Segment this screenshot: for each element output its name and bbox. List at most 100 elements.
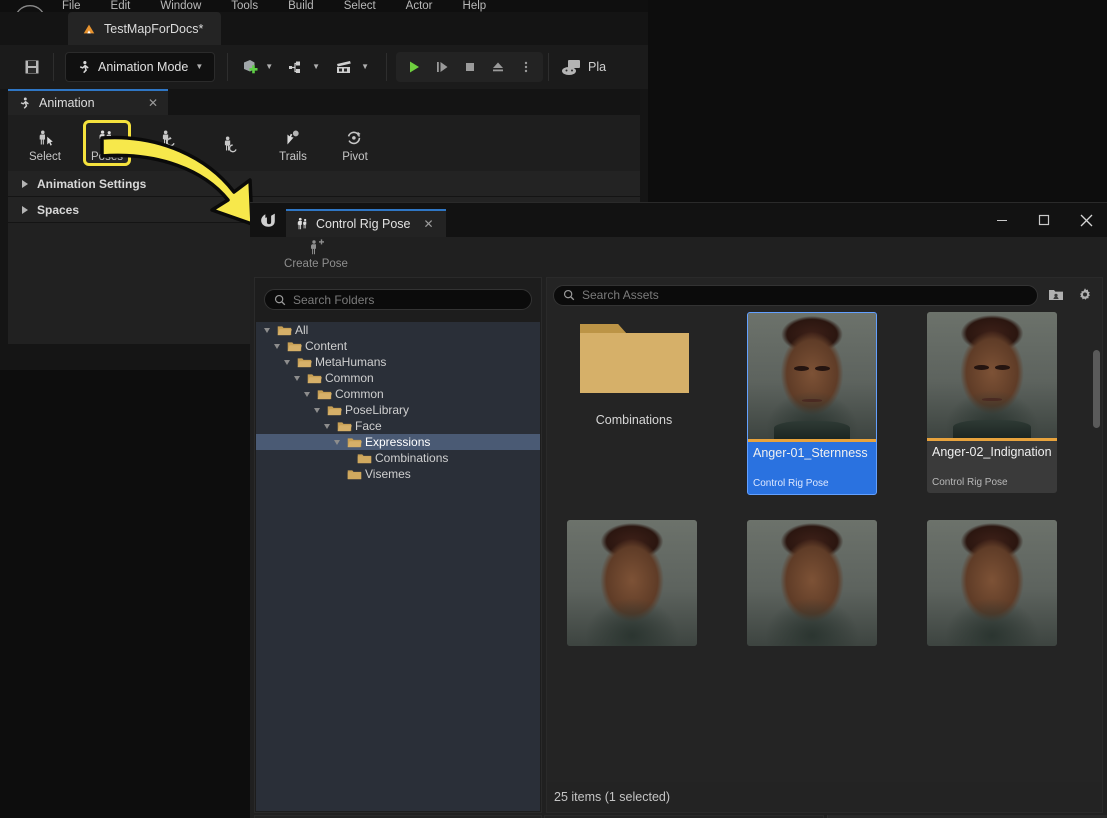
search-icon: [563, 289, 575, 301]
animation-tools-toolbar: Select Poses Tweens Trails Pivot: [8, 115, 640, 171]
section-animation-settings[interactable]: Animation Settings: [8, 171, 640, 197]
eject-button[interactable]: [484, 54, 511, 80]
close-icon[interactable]: ✕: [148, 96, 158, 110]
animation-tool-tweens[interactable]: Tweens: [148, 123, 190, 163]
show-sources-button[interactable]: [1045, 284, 1067, 306]
folder-tree-item-visemes-9[interactable]: Visemes: [256, 466, 540, 482]
add-actor-button[interactable]: ▼: [233, 52, 280, 82]
folder-tree-item-expressions-7[interactable]: Expressions: [256, 434, 540, 450]
asset-tile-body[interactable]: [747, 520, 877, 646]
folder-tree-item-face-6[interactable]: Face: [256, 418, 540, 434]
step-button[interactable]: [428, 54, 455, 80]
play-in-editor-icon: [561, 57, 583, 77]
folder-tree-item-common-3[interactable]: Common: [256, 370, 540, 386]
expand-toggle[interactable]: [260, 328, 274, 333]
expand-toggle[interactable]: [330, 440, 344, 445]
expand-toggle[interactable]: [270, 344, 284, 349]
search-assets-field[interactable]: Search Assets: [553, 285, 1038, 306]
add-actor-icon: [240, 57, 260, 77]
pivot-tool-icon: [345, 127, 365, 149]
folder-tree-item-content-1[interactable]: Content: [256, 338, 540, 354]
control-rig-pose-title-bar[interactable]: Control Rig Pose ✕: [250, 203, 1107, 237]
asset-tile-body[interactable]: [927, 520, 1057, 646]
asset-name: Anger-01_Sternness: [748, 442, 876, 460]
window-buttons: [981, 203, 1107, 237]
settings-button[interactable]: [1074, 284, 1096, 306]
tab-control-rig-pose[interactable]: Control Rig Pose ✕: [286, 209, 446, 237]
eject-icon: [490, 59, 506, 75]
toolbar-separator: [386, 53, 387, 81]
folder-tree: AllContentMetaHumansCommonCommonPoseLibr…: [256, 322, 540, 811]
save-button[interactable]: [16, 52, 48, 82]
editor-mode-selector[interactable]: Animation Mode ▼: [65, 52, 215, 82]
menu-item-window[interactable]: Window: [160, 1, 201, 12]
menu-item-actor[interactable]: Actor: [406, 1, 433, 12]
folder-tree-item-common-4[interactable]: Common: [256, 386, 540, 402]
folder-tree-item-metahumans-2[interactable]: MetaHumans: [256, 354, 540, 370]
animation-tool-unnamed-3[interactable]: [210, 129, 252, 157]
chevron-right-icon: [22, 180, 28, 188]
stop-icon: [462, 59, 478, 75]
save-icon: [23, 58, 41, 76]
asset-tile-body[interactable]: [567, 520, 697, 646]
menu-item-help[interactable]: Help: [463, 1, 487, 12]
expand-toggle[interactable]: [280, 360, 294, 365]
asset-thumbnail: [567, 520, 697, 646]
expand-toggle[interactable]: [290, 376, 304, 381]
menu-item-select[interactable]: Select: [344, 1, 376, 12]
close-button[interactable]: [1065, 203, 1107, 237]
screen-root: FileEditWindowToolsBuildSelectActorHelp …: [0, 0, 1107, 818]
minimize-button[interactable]: [981, 203, 1023, 237]
cinematics-button[interactable]: ▼: [327, 52, 376, 82]
asset-thumbnail: [927, 520, 1057, 646]
animation-tool-select[interactable]: Select: [24, 123, 66, 163]
animation-tool-pivot[interactable]: Pivot: [334, 123, 376, 163]
asset-tile-row2-1[interactable]: [567, 520, 697, 646]
stop-button[interactable]: [456, 54, 483, 80]
tab-animation[interactable]: Animation ✕: [8, 89, 168, 115]
asset-browser: Search Assets: [546, 277, 1103, 813]
folder-tree-item-combinations-8[interactable]: Combinations: [256, 450, 540, 466]
asset-tile-body[interactable]: Anger-01_Sternness Control Rig Pose: [747, 312, 877, 495]
asset-tile-anger-02[interactable]: Anger-02_Indignation Control Rig Pose: [927, 312, 1057, 493]
folder-open-icon: [277, 325, 292, 336]
create-pose-button[interactable]: Create Pose: [280, 237, 352, 270]
play-button[interactable]: [400, 54, 427, 80]
scrollbar-thumb[interactable]: [1093, 350, 1100, 428]
asset-thumbnail: [748, 313, 876, 439]
menu-item-file[interactable]: File: [62, 1, 81, 12]
menu-item-tools[interactable]: Tools: [231, 1, 258, 12]
folder-icon: [577, 318, 691, 400]
expand-toggle[interactable]: [320, 424, 334, 429]
menu-item-edit[interactable]: Edit: [111, 1, 131, 12]
blueprints-button[interactable]: ▼: [280, 52, 327, 82]
more-options-button[interactable]: [512, 54, 539, 80]
folder-tree-label: Content: [305, 339, 347, 353]
asset-tile-anger-01[interactable]: Anger-01_Sternness Control Rig Pose: [747, 312, 877, 495]
asset-tile-row2-3[interactable]: [927, 520, 1057, 646]
asset-type: Control Rig Pose: [748, 478, 876, 494]
chevron-down-icon: ▼: [312, 63, 320, 71]
folder-tree-item-poselibrary-5[interactable]: PoseLibrary: [256, 402, 540, 418]
expand-toggle[interactable]: [310, 408, 324, 413]
control-rig-pose-toolbar: Create Pose: [250, 237, 1107, 277]
expand-toggle[interactable]: [300, 392, 314, 397]
tab-testmapfordocs[interactable]: TestMapForDocs*: [68, 12, 221, 45]
asset-type: Control Rig Pose: [927, 477, 1057, 493]
trails-tool-icon: [283, 127, 303, 149]
asset-folder-combinations[interactable]: Combinations: [569, 318, 699, 427]
editor-mode-label: Animation Mode: [98, 60, 188, 74]
close-icon[interactable]: ✕: [424, 217, 434, 231]
animation-tool-trails[interactable]: Trails: [272, 123, 314, 163]
asset-grid-scrollbar[interactable]: [1093, 350, 1100, 650]
animation-tool-label: Pivot: [342, 151, 368, 163]
menu-item-build[interactable]: Build: [288, 1, 314, 12]
asset-tile-body[interactable]: Anger-02_Indignation Control Rig Pose: [927, 312, 1057, 493]
search-folders-field[interactable]: Search Folders: [264, 289, 532, 310]
minimize-icon: [996, 214, 1008, 226]
animation-tool-poses[interactable]: Poses: [86, 123, 128, 163]
maximize-button[interactable]: [1023, 203, 1065, 237]
folder-tree-item-all-0[interactable]: All: [256, 322, 540, 338]
asset-tile-row2-2[interactable]: [747, 520, 877, 646]
play-in-editor-button[interactable]: Pla: [554, 52, 613, 82]
